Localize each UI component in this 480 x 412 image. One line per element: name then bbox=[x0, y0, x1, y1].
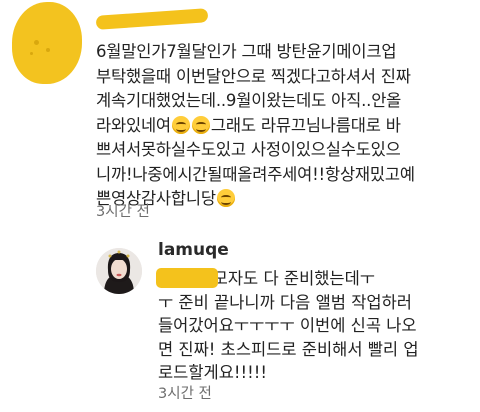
reply-avatar-image bbox=[96, 248, 142, 294]
comment-line: 쁘셔서못하실수도있고 사정이있으실수도있으 bbox=[96, 140, 401, 159]
reply-timestamp: 3시간 전 bbox=[158, 386, 212, 402]
comment-line: 계속기대했었는데..9월이왔는데도 아직..안올 bbox=[96, 91, 402, 110]
grin-emoji-icon bbox=[171, 115, 190, 134]
comment-line: 라와있네여 bbox=[96, 115, 171, 135]
comment-line: 부탁했을때 이번달안으로 찍겠다고하셔서 진짜 bbox=[96, 66, 411, 86]
comment-line: 니까!나중에시간될때올려주세여!!항상재밌고예 bbox=[96, 164, 415, 184]
comment-body: 6월말인가7월달인가 그때 방탄윤기메이크업 부탁했을때 이번달안으로 찍겠다고… bbox=[96, 40, 466, 212]
grin-emoji-icon bbox=[191, 115, 210, 134]
reply-username[interactable]: lamuqe bbox=[158, 240, 229, 260]
reply-avatar[interactable] bbox=[96, 248, 142, 294]
comment-line: 6월말인가7월달인가 그때 방탄윤기메이크업 bbox=[96, 42, 397, 61]
smile-emoji-icon bbox=[216, 189, 235, 207]
comment-line: 그래도 라뮤끄님나름대로 바 bbox=[210, 115, 401, 135]
commenter-avatar-redacted[interactable] bbox=[12, 2, 82, 84]
comment-timestamp: 3시간 전 bbox=[96, 204, 150, 220]
commenter-name-redacted bbox=[95, 8, 209, 30]
mention-redacted bbox=[156, 268, 218, 288]
